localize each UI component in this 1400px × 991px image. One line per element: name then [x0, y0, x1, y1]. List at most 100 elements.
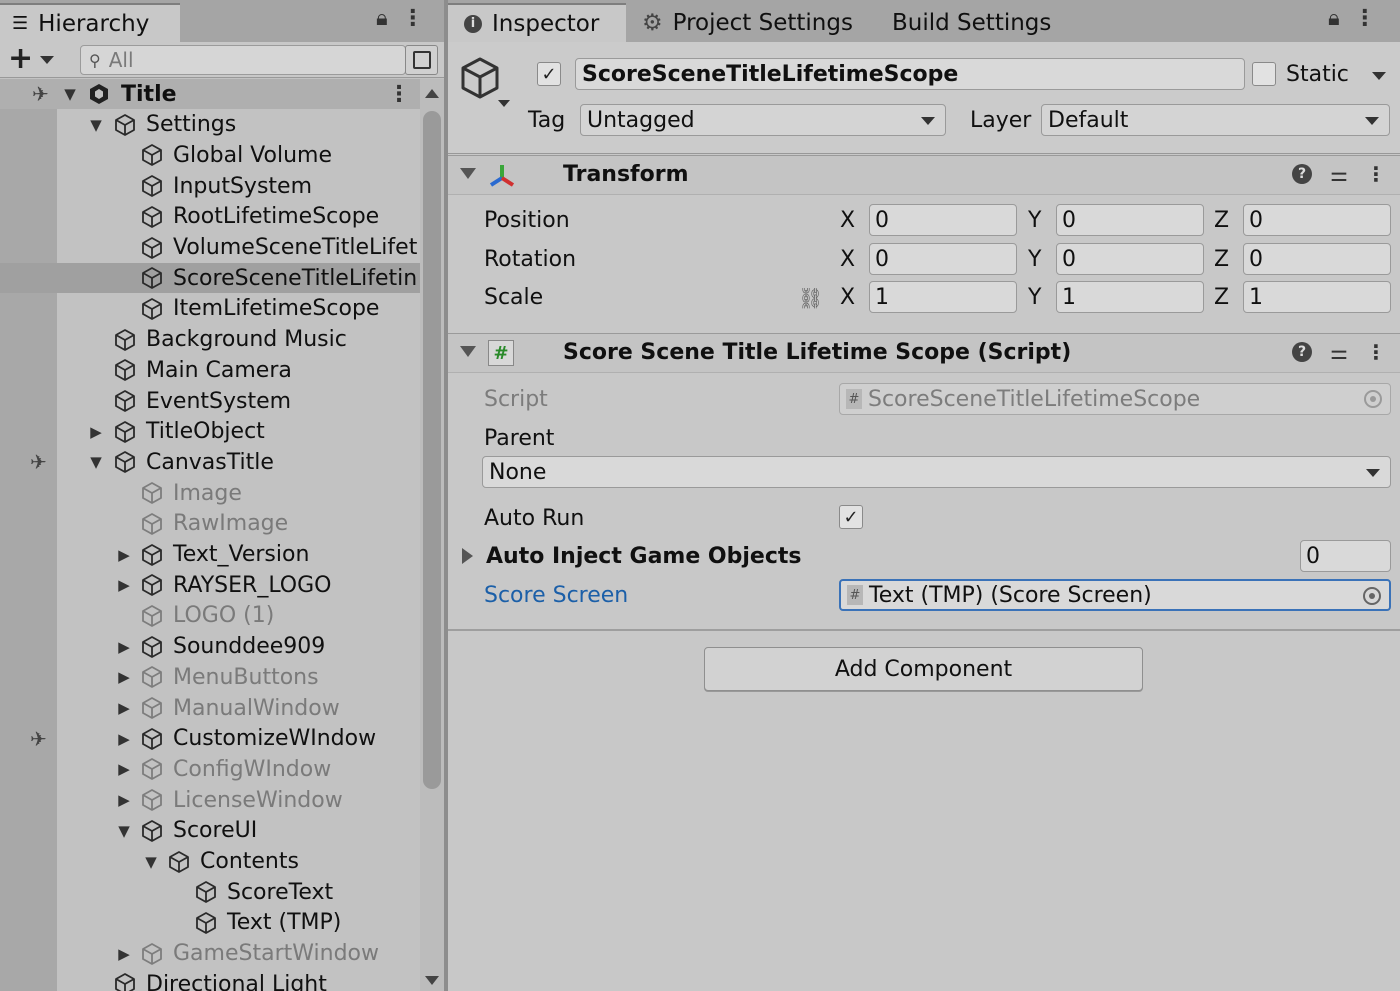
chevron-down-icon[interactable]: ▼: [116, 822, 132, 840]
scale-z-field[interactable]: 1: [1243, 281, 1391, 313]
scene-row[interactable]: ✈︎ ▼ Title ⋮: [0, 79, 420, 109]
hierarchy-search-input[interactable]: ⚲ All: [80, 45, 406, 75]
position-y-axis-label[interactable]: Y: [1028, 208, 1041, 233]
tab-hierarchy[interactable]: ☰ Hierarchy: [0, 3, 180, 42]
scale-y-axis-label[interactable]: Y: [1028, 285, 1041, 310]
position-y-field[interactable]: 0: [1056, 204, 1204, 236]
parent-dropdown[interactable]: None: [482, 456, 1391, 488]
hierarchy-item[interactable]: ItemLifetimeScope: [0, 294, 420, 324]
chevron-right-icon[interactable]: ▶: [116, 576, 132, 594]
hierarchy-item[interactable]: ▼ ScoreUI: [0, 816, 420, 846]
hierarchy-item[interactable]: ScoreSceneTitleLifetin: [0, 263, 420, 294]
scene-visibility-icon[interactable]: ✈︎: [32, 82, 49, 106]
position-z-field[interactable]: 0: [1243, 204, 1391, 236]
static-checkbox[interactable]: [1252, 62, 1276, 86]
hierarchy-item[interactable]: ▼ Contents: [0, 847, 420, 877]
position-x-field[interactable]: 0: [869, 204, 1017, 236]
rotation-z-axis-label[interactable]: Z: [1214, 247, 1229, 272]
hierarchy-item[interactable]: Text (TMP): [0, 908, 420, 938]
chevron-right-icon[interactable]: ▶: [116, 791, 132, 809]
help-icon[interactable]: ?: [1292, 342, 1313, 362]
position-x-axis-label[interactable]: X: [840, 208, 855, 233]
transform-header[interactable]: Transform ? ⚌ ⋮: [448, 155, 1400, 195]
help-icon[interactable]: ?: [1292, 164, 1313, 184]
rotation-y-field[interactable]: 0: [1056, 243, 1204, 275]
hierarchy-item[interactable]: RootLifetimeScope: [0, 202, 420, 232]
chevron-right-icon[interactable]: ▶: [116, 730, 132, 748]
hierarchy-item[interactable]: ▶ LicenseWindow: [0, 785, 420, 815]
hierarchy-item[interactable]: Background Music: [0, 325, 420, 355]
hierarchy-item[interactable]: ▶ Sounddee909: [0, 632, 420, 662]
hierarchy-item[interactable]: Directional Light: [0, 969, 420, 991]
hierarchy-item[interactable]: ▶ ConfigWIndow: [0, 754, 420, 784]
scale-z-axis-label[interactable]: Z: [1214, 285, 1229, 310]
chevron-right-icon[interactable]: ▶: [116, 945, 132, 963]
score-screen-field[interactable]: # Text (TMP) (Score Screen): [839, 579, 1391, 611]
create-plus-icon[interactable]: +: [8, 44, 33, 74]
component-kebab-icon[interactable]: ⋮: [1366, 162, 1386, 186]
create-dropdown-caret-icon[interactable]: [40, 56, 54, 64]
rotation-x-field[interactable]: 0: [869, 243, 1017, 275]
tab-build-settings[interactable]: Build Settings: [892, 3, 1051, 42]
hierarchy-item[interactable]: RawImage: [0, 509, 420, 539]
presets-sliders-icon[interactable]: ⚌: [1330, 162, 1348, 186]
chevron-down-icon[interactable]: ▼: [143, 853, 159, 871]
hierarchy-item[interactable]: ▼ Settings: [0, 110, 420, 140]
tab-inspector[interactable]: i Inspector: [448, 3, 626, 42]
presets-sliders-icon[interactable]: ⚌: [1330, 340, 1348, 364]
scene-kebab-icon[interactable]: ⋮: [388, 82, 410, 107]
chevron-right-icon[interactable]: ▶: [116, 546, 132, 564]
icon-dropdown-caret-icon[interactable]: [498, 100, 510, 107]
chevron-right-icon[interactable]: ▶: [116, 668, 132, 686]
hierarchy-item[interactable]: ▶ GameStartWindow: [0, 939, 420, 969]
rotation-x-axis-label[interactable]: X: [840, 247, 855, 272]
kebab-menu-icon[interactable]: ⋮: [402, 6, 424, 31]
hierarchy-item[interactable]: ✈︎ ▶ CustomizeWIndow: [0, 724, 420, 754]
gameobject-icon[interactable]: [460, 56, 500, 104]
chevron-right-icon[interactable]: ▶: [88, 423, 104, 441]
constrain-proportions-icon[interactable]: ⛓: [798, 286, 823, 310]
auto-inject-label[interactable]: Auto Inject Game Objects: [486, 544, 801, 569]
hierarchy-item[interactable]: ✈︎ ▼ CanvasTitle: [0, 447, 420, 477]
chevron-right-icon[interactable]: ▶: [116, 638, 132, 656]
foldout-arrow-icon[interactable]: [460, 346, 476, 357]
script-component-header[interactable]: # Score Scene Title Lifetime Scope (Scri…: [448, 333, 1400, 373]
scale-x-field[interactable]: 1: [869, 281, 1017, 313]
visibility-icon[interactable]: ✈︎: [30, 727, 47, 751]
hierarchy-item[interactable]: ▶ RAYSER_LOGO: [0, 570, 420, 600]
layer-dropdown[interactable]: Default: [1041, 104, 1390, 136]
search-mode-button[interactable]: [405, 45, 438, 75]
auto-run-checkbox[interactable]: ✓: [839, 505, 863, 529]
add-component-button[interactable]: Add Component: [704, 647, 1143, 691]
hierarchy-item[interactable]: Image: [0, 478, 420, 508]
kebab-menu-icon[interactable]: ⋮: [1354, 6, 1376, 31]
object-name-field[interactable]: ScoreSceneTitleLifetimeScope: [575, 58, 1245, 90]
object-picker-icon[interactable]: [1363, 587, 1381, 605]
chevron-down-icon[interactable]: ▼: [62, 85, 78, 103]
hierarchy-item[interactable]: ▶ Text_Version: [0, 540, 420, 570]
rotation-y-axis-label[interactable]: Y: [1028, 247, 1041, 272]
position-z-axis-label[interactable]: Z: [1214, 208, 1229, 233]
visibility-icon[interactable]: ✈︎: [30, 450, 47, 474]
foldout-arrow-icon[interactable]: [460, 168, 476, 179]
hierarchy-item[interactable]: Main Camera: [0, 355, 420, 385]
scale-x-axis-label[interactable]: X: [840, 285, 855, 310]
hierarchy-item[interactable]: Global Volume: [0, 140, 420, 170]
chevron-down-icon[interactable]: ▼: [88, 116, 104, 134]
hierarchy-scrollbar[interactable]: [420, 79, 444, 991]
scroll-up-icon[interactable]: [425, 89, 439, 98]
hierarchy-item[interactable]: ScoreText: [0, 877, 420, 907]
scale-y-field[interactable]: 1: [1056, 281, 1204, 313]
lock-icon[interactable]: 🔒︎: [376, 6, 388, 31]
foldout-right-arrow-icon[interactable]: [462, 548, 473, 564]
static-dropdown-caret-icon[interactable]: [1372, 72, 1386, 80]
active-checkbox[interactable]: ✓: [537, 62, 561, 86]
hierarchy-item[interactable]: VolumeSceneTitleLifet: [0, 233, 420, 263]
scrollbar-thumb[interactable]: [423, 111, 441, 789]
hierarchy-item[interactable]: EventSystem: [0, 386, 420, 416]
tab-project-settings[interactable]: ⚙ Project Settings: [642, 3, 853, 42]
auto-inject-count-field[interactable]: 0: [1300, 540, 1391, 572]
chevron-right-icon[interactable]: ▶: [116, 699, 132, 717]
hierarchy-item[interactable]: ▶ TitleObject: [0, 417, 420, 447]
component-kebab-icon[interactable]: ⋮: [1366, 340, 1386, 364]
